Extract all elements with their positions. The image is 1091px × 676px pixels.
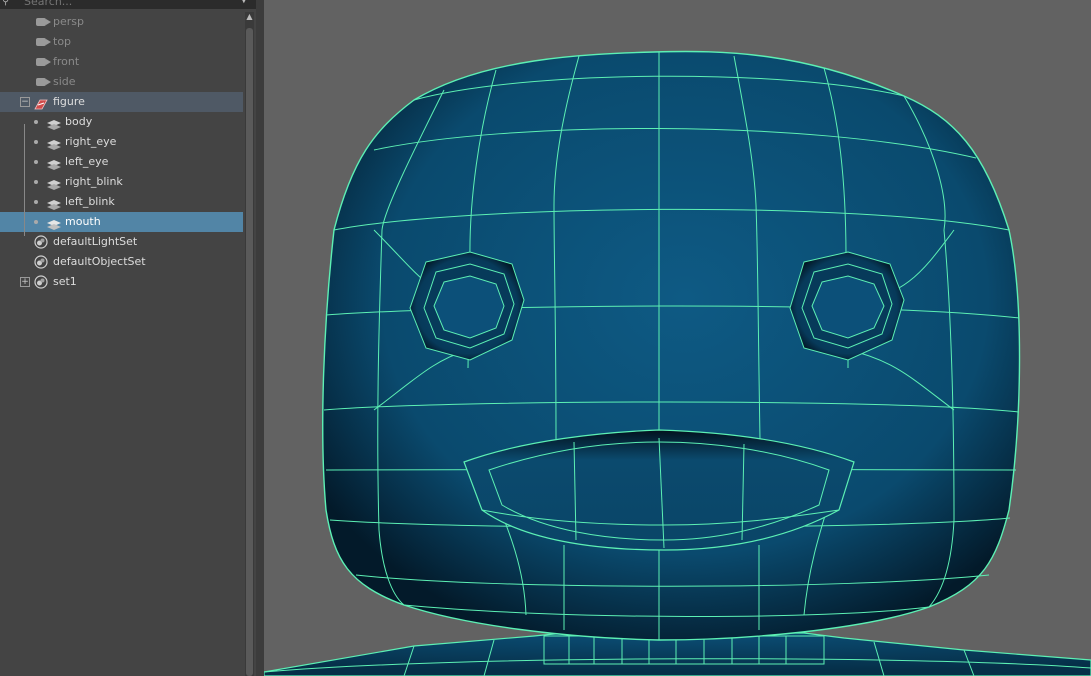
item-label: persp: [53, 15, 84, 28]
outliner-item-left-eye[interactable]: left_eye: [0, 152, 243, 172]
outliner-item-side[interactable]: side: [0, 72, 243, 92]
search-bar: ⚲ ▼: [0, 0, 256, 9]
tree-connector: [24, 124, 25, 236]
outliner-item-figure[interactable]: − figure: [0, 92, 243, 112]
item-label: top: [53, 35, 72, 48]
tree-node-dot: [34, 180, 38, 184]
search-icon[interactable]: ⚲: [2, 0, 18, 8]
mesh-icon: [46, 197, 61, 210]
item-label: body: [65, 115, 93, 128]
outliner-item-front[interactable]: front: [0, 52, 243, 72]
item-label: mouth: [65, 215, 101, 228]
mesh-icon: [46, 217, 61, 230]
camera-icon: [36, 18, 51, 26]
item-label: set1: [53, 275, 77, 288]
camera-icon: [36, 38, 51, 46]
outliner-item-right-eye[interactable]: right_eye: [0, 132, 243, 152]
viewport-3d[interactable]: [264, 0, 1091, 676]
mesh-icon: [46, 157, 61, 170]
outliner-item-default-light-set[interactable]: defaultLightSet: [0, 232, 243, 252]
item-label: side: [53, 75, 76, 88]
chevron-down-icon[interactable]: ▼: [240, 0, 248, 5]
item-label: left_blink: [65, 195, 115, 208]
tree-node-dot: [34, 200, 38, 204]
outliner-item-mouth[interactable]: mouth: [0, 212, 243, 232]
panel-divider[interactable]: [256, 0, 264, 676]
outliner-scrollbar[interactable]: ▲: [245, 12, 254, 676]
tree-node-dot: [34, 120, 38, 124]
outliner-item-persp[interactable]: persp: [0, 12, 243, 32]
search-input[interactable]: [24, 0, 234, 8]
tree-node-dot: [34, 220, 38, 224]
item-label: defaultLightSet: [53, 235, 138, 248]
camera-icon: [36, 58, 51, 66]
outliner-item-left-blink[interactable]: left_blink: [0, 192, 243, 212]
item-label: figure: [53, 95, 85, 108]
mesh-icon: [46, 137, 61, 150]
tree-node-dot: [34, 140, 38, 144]
item-label: left_eye: [65, 155, 109, 168]
outliner-item-top[interactable]: top: [0, 32, 243, 52]
expand-toggle-icon[interactable]: +: [20, 277, 30, 287]
outliner-item-right-blink[interactable]: right_blink: [0, 172, 243, 192]
set-icon: [34, 255, 48, 269]
set-icon: [34, 235, 48, 249]
mesh-icon: [46, 117, 61, 130]
camera-icon: [36, 78, 51, 86]
mesh-icon: [46, 177, 61, 190]
item-label: right_eye: [65, 135, 117, 148]
set-icon: [34, 275, 48, 289]
scrollbar-thumb[interactable]: [246, 28, 253, 676]
collapse-toggle-icon[interactable]: −: [20, 97, 30, 107]
head-mesh[interactable]: [322, 50, 1021, 641]
scroll-up-icon[interactable]: ▲: [245, 12, 254, 24]
outliner-item-body[interactable]: body: [0, 112, 243, 132]
outliner-tree: persp top front side − figure body right…: [0, 12, 243, 292]
viewport-canvas[interactable]: [264, 0, 1091, 676]
item-label: defaultObjectSet: [53, 255, 146, 268]
item-label: right_blink: [65, 175, 123, 188]
tree-node-dot: [34, 160, 38, 164]
outliner-item-set1[interactable]: + set1: [0, 272, 243, 292]
group-icon: [34, 97, 48, 110]
outliner-panel: ⚲ ▼ persp top front side − figure: [0, 0, 257, 676]
item-label: front: [53, 55, 80, 68]
outliner-item-default-object-set[interactable]: defaultObjectSet: [0, 252, 243, 272]
